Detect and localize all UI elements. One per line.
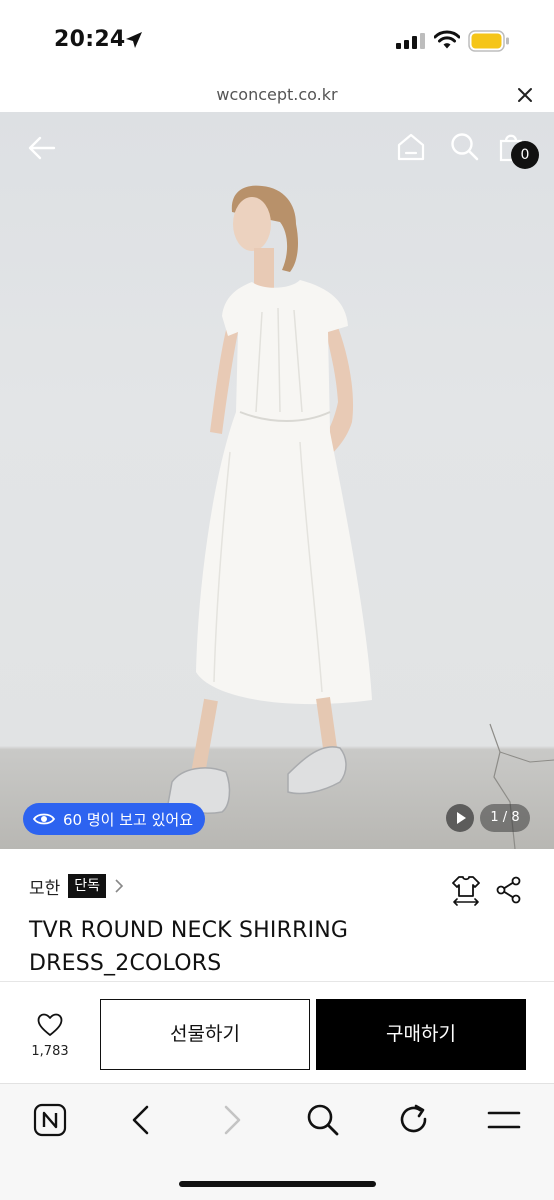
close-icon[interactable] (516, 86, 534, 104)
naver-app-icon[interactable] (32, 1102, 68, 1138)
product-title-line-2: DRESS_2COLORS (29, 951, 222, 976)
heart-icon (37, 1013, 63, 1036)
forward-chevron-icon (224, 1105, 241, 1135)
product-title-line-1: TVR ROUND NECK SHIRRING (29, 918, 349, 943)
brand-row[interactable]: 모한 단독 (29, 872, 124, 900)
like-button[interactable]: 1,783 (22, 1010, 78, 1066)
viewers-badge: 60 명이 보고 있어요 (23, 803, 205, 835)
buy-button[interactable]: 구매하기 (316, 999, 526, 1070)
cellular-signal-icon (396, 33, 425, 49)
url-text[interactable]: wconcept.co.kr (0, 85, 554, 104)
like-count: 1,783 (31, 1044, 69, 1059)
viewers-text: 60 명이 보고 있어요 (63, 810, 193, 829)
status-bar: 20:24 (0, 0, 554, 80)
location-arrow-icon (126, 32, 142, 48)
back-arrow-icon[interactable] (28, 134, 56, 162)
chevron-right-icon[interactable] (114, 878, 124, 894)
search-icon[interactable] (450, 132, 480, 162)
menu-icon[interactable] (486, 1102, 522, 1138)
image-page-indicator: 1 / 8 (480, 804, 530, 832)
eye-icon (33, 813, 55, 825)
search-icon[interactable] (305, 1102, 341, 1138)
product-title: TVR ROUND NECK SHIRRING DRESS_2COLORS (29, 914, 429, 980)
home-indicator (179, 1181, 376, 1187)
size-guide-icon[interactable] (451, 874, 481, 906)
share-icon[interactable] (496, 876, 522, 904)
model-photo (167, 185, 554, 849)
back-chevron-icon[interactable] (123, 1102, 159, 1138)
gift-button[interactable]: 선물하기 (100, 999, 310, 1070)
exclusive-badge: 단독 (68, 874, 107, 898)
battery-icon (468, 30, 509, 52)
url-bar: wconcept.co.kr (0, 80, 554, 112)
product-image[interactable] (0, 112, 554, 849)
play-button[interactable] (446, 804, 474, 832)
play-icon (457, 812, 466, 824)
wifi-icon (434, 30, 460, 49)
brand-name[interactable]: 모한 (29, 874, 60, 899)
status-time: 20:24 (54, 27, 126, 52)
cart-count-badge[interactable]: 0 (511, 141, 539, 169)
home-icon[interactable] (396, 132, 426, 162)
reload-icon[interactable] (396, 1102, 432, 1138)
